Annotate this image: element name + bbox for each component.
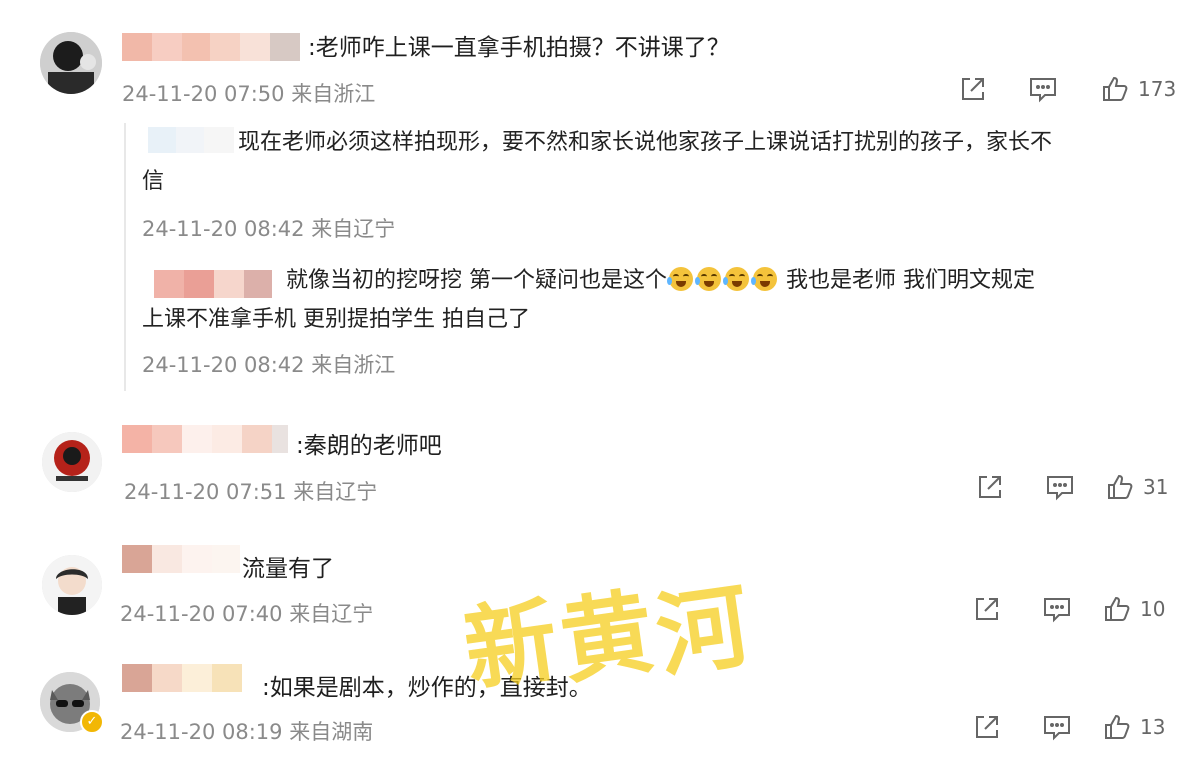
like-count: 173 — [1138, 77, 1177, 101]
share-icon — [976, 598, 998, 620]
like-button[interactable]: 31 — [1105, 472, 1168, 502]
blurred-username[interactable] — [122, 425, 288, 453]
like-count: 31 — [1143, 475, 1169, 499]
thumbs-up-icon — [1108, 474, 1133, 499]
comment-button[interactable] — [1028, 74, 1058, 104]
reply-text-part-1: 就像当初的挖呀挖 第一个疑问也是这个 — [286, 268, 667, 293]
like-button[interactable]: 10 — [1102, 594, 1165, 624]
blurred-username[interactable] — [122, 33, 300, 61]
comment-text: :老师咋上课一直拿手机拍摄？不讲课了？ — [308, 35, 730, 61]
comment-icon — [1047, 476, 1073, 501]
comment-icon — [1030, 78, 1056, 103]
comment-button[interactable] — [1042, 712, 1072, 742]
comment-timestamp: 24-11-20 07:50 来自浙江 — [122, 82, 376, 106]
blurred-username[interactable] — [122, 664, 242, 692]
reply-thread: 现在老师必须这样拍现形，要不然和家长说他家孩子上课说话打扰别的孩子，家长不 信 … — [124, 123, 1166, 391]
thumbs-up-icon — [1105, 714, 1130, 739]
share-icon — [976, 716, 998, 738]
comment-timestamp: 24-11-20 08:19 来自湖南 — [120, 720, 374, 744]
reply-text-part-2: 我也是老师 我们明文规定 — [779, 268, 1035, 293]
share-button[interactable] — [958, 74, 988, 104]
blurred-username[interactable] — [122, 545, 240, 573]
thumbs-up-icon — [1105, 596, 1130, 621]
comment-timestamp: 24-11-20 07:40 来自辽宁 — [120, 602, 374, 626]
like-count: 13 — [1140, 715, 1166, 739]
avatar[interactable] — [42, 432, 102, 492]
laugh-cry-emoji — [751, 267, 777, 291]
share-button[interactable] — [972, 594, 1002, 624]
comment-text: :秦朗的老师吧 — [296, 433, 442, 459]
comment-actions: 31 — [975, 472, 1168, 502]
comment-button[interactable] — [1045, 472, 1075, 502]
comment-button[interactable] — [1042, 594, 1072, 624]
share-icon — [979, 476, 1001, 498]
watermark-char: 河 — [649, 571, 757, 691]
like-count: 10 — [1140, 597, 1166, 621]
laugh-cry-emoji — [695, 267, 721, 291]
reply-text-continued: 信 — [142, 169, 165, 194]
comment-actions: 10 — [972, 594, 1165, 624]
avatar[interactable]: ✓ — [40, 672, 104, 734]
comment-text: 流量有了 — [242, 556, 334, 582]
avatar[interactable] — [40, 32, 102, 94]
share-button[interactable] — [972, 712, 1002, 742]
verified-badge-icon: ✓ — [80, 710, 104, 734]
blurred-username[interactable] — [148, 127, 234, 153]
laugh-cry-emoji — [667, 267, 693, 291]
avatar[interactable] — [42, 555, 102, 615]
like-button[interactable]: 13 — [1102, 712, 1165, 742]
watermark-logo: 新 黄 河 — [458, 571, 756, 735]
comment-actions: 13 — [972, 712, 1165, 742]
comment-icon — [1044, 716, 1070, 741]
blurred-username[interactable] — [154, 270, 272, 298]
reply-timestamp: 24-11-20 08:42 来自浙江 — [142, 353, 396, 377]
comment-text: :如果是剧本，炒作的，直接封。 — [262, 675, 592, 701]
thumbs-up-icon — [1103, 76, 1128, 101]
reply-timestamp: 24-11-20 08:42 来自辽宁 — [142, 217, 396, 241]
reply-text: 现在老师必须这样拍现形，要不然和家长说他家孩子上课说话打扰别的孩子，家长不 — [238, 130, 1053, 155]
reply-text-continued: 上课不准拿手机 更别提拍学生 拍自己了 — [142, 307, 530, 332]
comment-timestamp: 24-11-20 07:51 来自辽宁 — [124, 480, 378, 504]
share-icon — [962, 78, 984, 100]
comment-icon — [1044, 598, 1070, 623]
laugh-cry-emoji — [723, 267, 749, 291]
share-button[interactable] — [975, 472, 1005, 502]
reply-text: 就像当初的挖呀挖 第一个疑问也是这个 我也是老师 我们明文规定 — [286, 266, 1035, 296]
comment-actions: 173 — [958, 74, 1176, 104]
like-button[interactable]: 173 — [1100, 74, 1176, 104]
